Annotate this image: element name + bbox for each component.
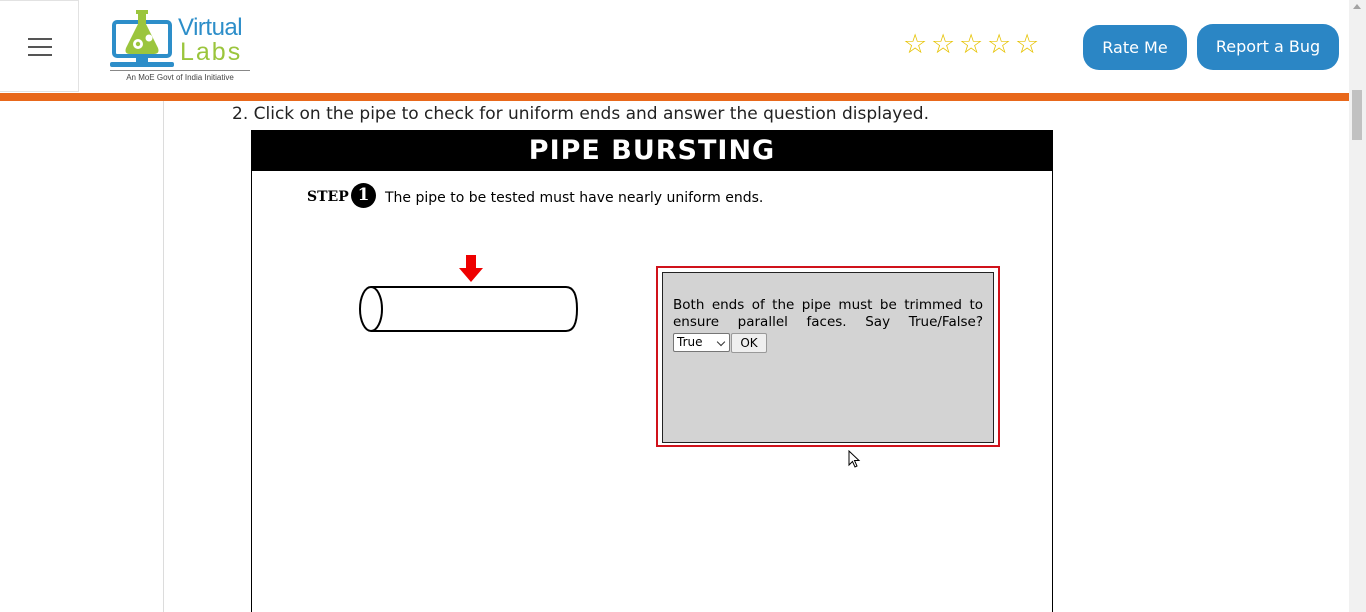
question-text-line2: ensure parallel faces. Say True/False?: [673, 314, 983, 330]
report-bug-button[interactable]: Report a Bug: [1197, 24, 1339, 70]
question-dialog-body: Both ends of the pipe must be trimmed to…: [662, 272, 994, 443]
star-icon[interactable]: ☆: [987, 30, 1015, 60]
sidebar-divider: [163, 101, 164, 612]
star-icon[interactable]: ☆: [903, 30, 931, 60]
question-text-line1: Both ends of the pipe must be trimmed to: [673, 297, 983, 313]
true-false-select[interactable]: True: [673, 333, 730, 352]
scroll-up-arrow-icon[interactable]: [1353, 4, 1361, 9]
star-icon[interactable]: ☆: [1015, 30, 1043, 60]
simulation-title: PIPE BURSTING: [252, 130, 1052, 171]
select-value: True: [677, 335, 703, 349]
logo-text-labs: Labs: [180, 38, 243, 66]
mouse-cursor-icon: [848, 450, 861, 468]
rating-stars: ☆ ☆ ☆ ☆ ☆: [903, 30, 1043, 60]
instruction-text: 2. Click on the pipe to check for unifor…: [232, 104, 929, 124]
pipe-icon[interactable]: [359, 286, 579, 332]
logo-tagline: An MoE Govt of India Initiative: [110, 70, 250, 82]
ok-button[interactable]: OK: [731, 333, 767, 353]
virtual-labs-logo[interactable]: Virtual Labs An MoE Govt of India Initia…: [110, 8, 255, 84]
rate-me-button[interactable]: Rate Me: [1083, 25, 1187, 70]
flask-monitor-icon: [110, 10, 174, 67]
step-description: The pipe to be tested must have nearly u…: [385, 190, 764, 206]
page-scrollbar[interactable]: [1349, 0, 1366, 612]
step-label: STEP: [307, 189, 349, 205]
simulation-frame: PIPE BURSTING STEP 1 The pipe to be test…: [251, 130, 1053, 612]
question-dialog: Both ends of the pipe must be trimmed to…: [656, 266, 1000, 447]
down-arrow-icon: [459, 255, 483, 282]
header-accent-bar: [0, 93, 1349, 101]
pipe-diagram[interactable]: [356, 255, 586, 335]
star-icon[interactable]: ☆: [959, 30, 987, 60]
step-number-badge: 1: [351, 183, 376, 208]
menu-container: [0, 0, 79, 92]
site-header: Virtual Labs An MoE Govt of India Initia…: [0, 0, 1349, 93]
chevron-down-icon: [716, 337, 726, 347]
hamburger-menu-icon[interactable]: [28, 38, 52, 56]
scroll-thumb[interactable]: [1352, 90, 1362, 140]
star-icon[interactable]: ☆: [931, 30, 959, 60]
